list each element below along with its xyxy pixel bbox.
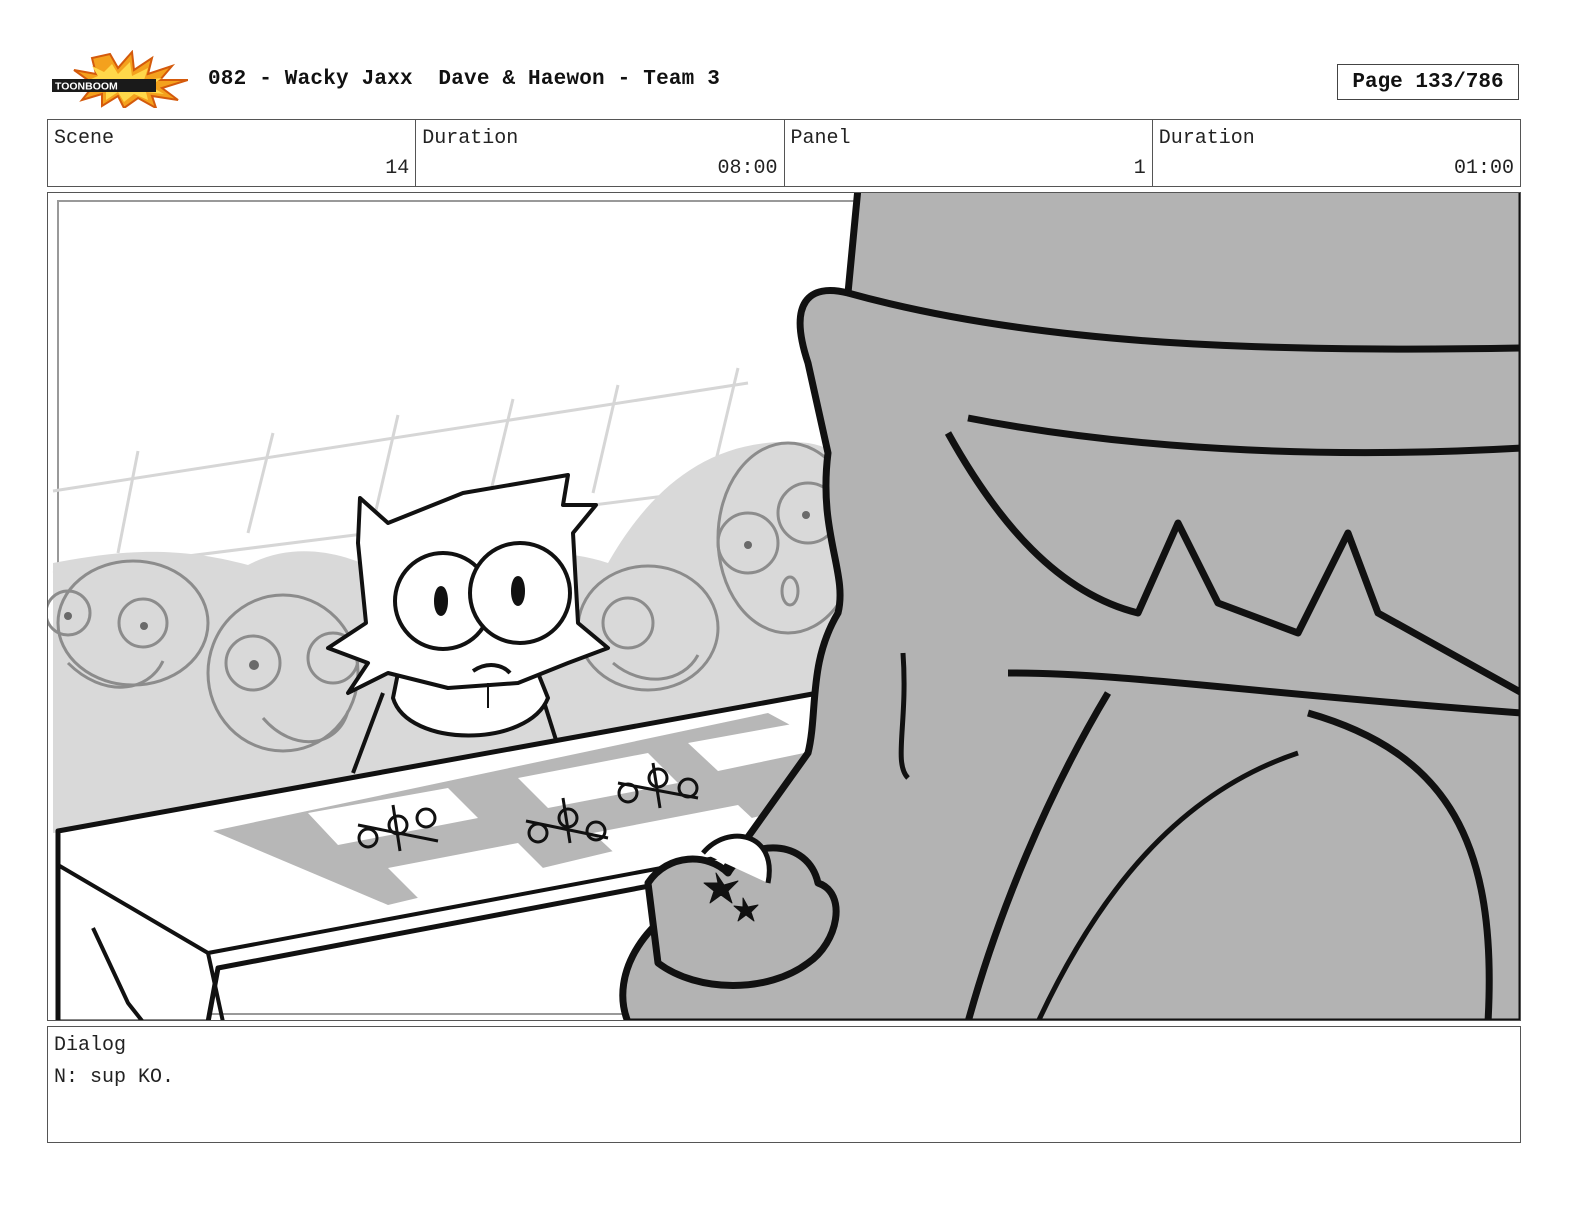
- panel-duration-value: 01:00: [1453, 157, 1514, 180]
- panel-cell: Panel 1: [785, 120, 1153, 186]
- toonboom-logo: TOONBOOM: [52, 50, 188, 108]
- scene-label: Scene: [54, 127, 115, 150]
- scene-value: 14: [385, 157, 410, 180]
- page-indicator: Page 133/786: [1337, 64, 1519, 100]
- scene-duration-value: 08:00: [717, 157, 778, 180]
- dialog-label: Dialog: [54, 1034, 127, 1057]
- dialog-box: Dialog N: sup KO.: [47, 1026, 1521, 1143]
- scene-info-row: Scene 14 Duration 08:00 Panel 1 Duration…: [47, 119, 1521, 187]
- storyboard-panel: [47, 192, 1521, 1021]
- panel-duration-cell: Duration 01:00: [1153, 120, 1520, 186]
- storyboard-title: 082 - Wacky Jaxx Dave & Haewon - Team 3: [208, 68, 721, 91]
- logo-wordmark: TOONBOOM: [55, 81, 118, 93]
- panel-duration-label: Duration: [1158, 127, 1255, 150]
- panel-sketch: [48, 193, 1520, 1020]
- scene-duration-cell: Duration 08:00: [416, 120, 785, 186]
- panel-value: 1: [1133, 157, 1146, 180]
- dialog-text: N: sup KO.: [54, 1066, 175, 1089]
- scene-duration-label: Duration: [422, 127, 519, 150]
- panel-label: Panel: [790, 127, 851, 150]
- scene-cell: Scene 14: [48, 120, 417, 186]
